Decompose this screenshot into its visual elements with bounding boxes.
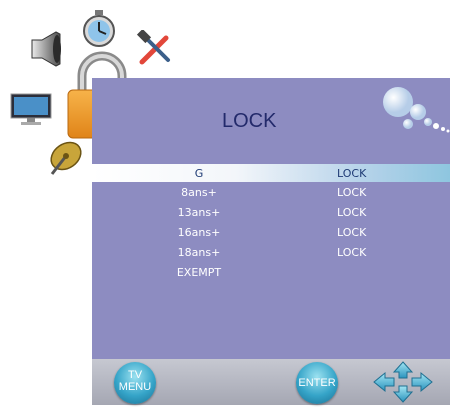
arrow-keys-icon[interactable]: [372, 361, 434, 403]
menu-panel: LOCK G LOCK 8ans+ LOCK 13ans+ LOCK 16ans…: [92, 78, 450, 405]
bubbles-icon: [380, 82, 450, 140]
rating-name: G: [194, 167, 204, 180]
rating-row-8ans[interactable]: 8ans+ LOCK: [92, 186, 450, 204]
tv-menu-button[interactable]: TV MENU: [114, 362, 156, 404]
enter-button[interactable]: ENTER: [296, 362, 338, 404]
menu-title: LOCK: [222, 110, 277, 132]
rating-name: 13ans+: [177, 206, 221, 219]
stopwatch-icon[interactable]: [82, 10, 116, 48]
rating-name: 16ans+: [177, 226, 221, 239]
rating-row-16ans[interactable]: 16ans+ LOCK: [92, 226, 450, 244]
enter-label: ENTER: [298, 377, 336, 389]
rating-row-g[interactable]: G LOCK: [92, 167, 450, 185]
tv-menu-label-line2: MENU: [118, 381, 152, 393]
tv-menu-label-line1: TV: [127, 369, 143, 381]
tools-icon[interactable]: [136, 28, 174, 68]
control-bar: TV MENU ENTER: [92, 359, 450, 405]
rating-lock-value: LOCK: [337, 167, 367, 180]
rating-lock-value: LOCK: [337, 226, 367, 239]
rating-row-18ans[interactable]: 18ans+ LOCK: [92, 246, 450, 264]
rating-lock-value: LOCK: [337, 246, 367, 259]
rating-name: EXEMPT: [176, 266, 222, 279]
rating-row-exempt[interactable]: EXEMPT: [92, 266, 450, 284]
rating-name: 8ans+: [181, 186, 217, 199]
satellite-dish-icon[interactable]: [46, 138, 84, 178]
rating-lock-value: LOCK: [337, 206, 367, 219]
rating-name: 18ans+: [177, 246, 221, 259]
rating-lock-value: LOCK: [337, 186, 367, 199]
rating-row-13ans[interactable]: 13ans+ LOCK: [92, 206, 450, 224]
speaker-icon[interactable]: [28, 30, 62, 68]
monitor-icon[interactable]: [10, 92, 52, 126]
